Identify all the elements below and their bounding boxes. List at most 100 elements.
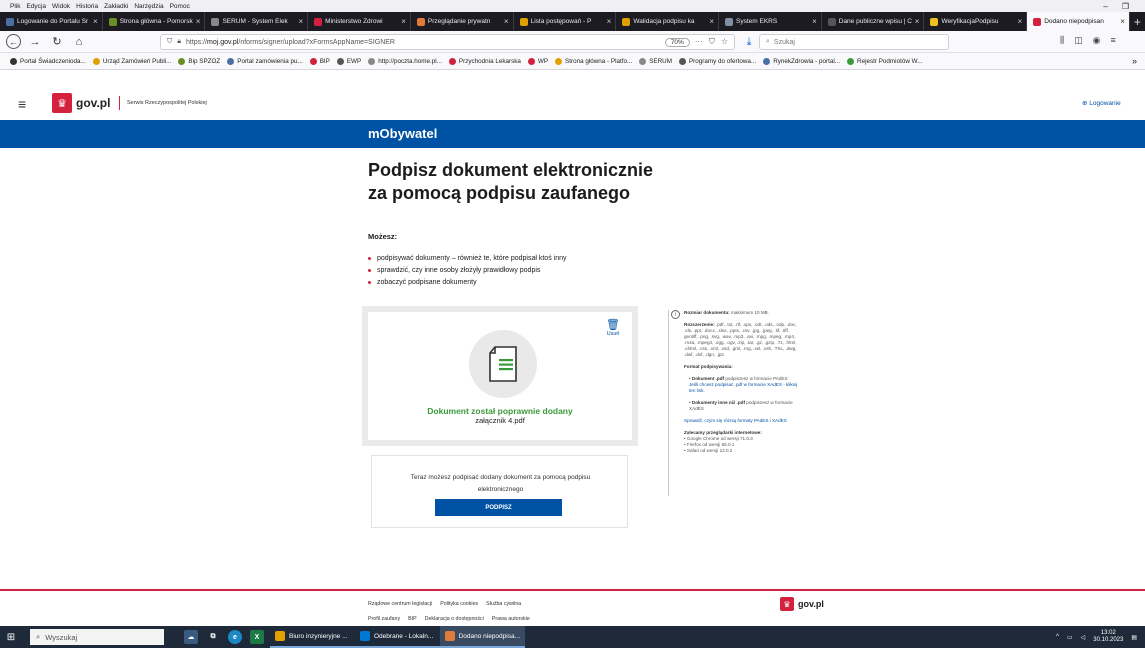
- tab-favicon-icon: [416, 17, 425, 26]
- reload-icon[interactable]: ↻: [49, 34, 65, 50]
- weather-icon[interactable]: ☁: [184, 630, 198, 644]
- gov-logo[interactable]: ♛ gov.pl: [52, 93, 110, 113]
- lock-icon[interactable]: 🔒︎: [177, 38, 181, 46]
- bookmark-item[interactable]: Urząd Zamówień Publi...: [92, 57, 171, 65]
- browser-tab[interactable]: Ministerstwo Zdrowi ×: [308, 12, 411, 31]
- close-icon[interactable]: ×: [1018, 17, 1023, 26]
- close-icon[interactable]: ×: [915, 17, 920, 26]
- footer-link[interactable]: Polityka cookies: [440, 601, 478, 607]
- menu-item-view[interactable]: Widok: [52, 3, 70, 10]
- browser-tab[interactable]: Walidacja podpisu ka ×: [616, 12, 720, 31]
- browser-tab[interactable]: System EKRS ×: [719, 12, 822, 31]
- account-icon[interactable]: ◉: [1093, 35, 1101, 46]
- home-icon[interactable]: ⌂: [71, 34, 87, 50]
- hamburger-menu-icon[interactable]: ≡: [18, 96, 26, 112]
- shield-icon[interactable]: ⛉: [167, 38, 172, 46]
- bookmark-item[interactable]: SERUM: [639, 57, 672, 65]
- task-view-icon[interactable]: ⧉: [206, 630, 220, 644]
- zoom-level[interactable]: 70%: [664, 37, 690, 47]
- menu-item-bookmarks[interactable]: Zakładki: [104, 3, 128, 10]
- menu-item-history[interactable]: Historia: [76, 3, 98, 10]
- close-icon[interactable]: ×: [1120, 17, 1125, 26]
- tab-label: Przeglądanie prywatn: [427, 18, 491, 25]
- bookmark-item[interactable]: WP: [527, 57, 549, 65]
- browser-tab[interactable]: Lista postępowań - P ×: [514, 12, 617, 31]
- clock[interactable]: 13:02 30.10.2023: [1093, 630, 1123, 644]
- tray-chevron-icon[interactable]: ^: [1056, 634, 1059, 640]
- network-icon[interactable]: ▭: [1067, 634, 1073, 641]
- close-icon[interactable]: ×: [709, 17, 714, 26]
- edge-icon[interactable]: e: [228, 630, 242, 644]
- footer-link[interactable]: Profil zaufany: [368, 616, 400, 622]
- notification-icon[interactable]: ▤: [1131, 634, 1137, 641]
- download-icon[interactable]: ⤓: [741, 34, 757, 50]
- close-icon[interactable]: ×: [401, 17, 406, 26]
- browser-tab[interactable]: Dane publiczne wpisu | C ×: [822, 12, 925, 31]
- windows-start-icon[interactable]: ⊞: [0, 632, 22, 643]
- close-icon[interactable]: ×: [607, 17, 612, 26]
- bookmark-item[interactable]: RynekZdrowia - portal...: [763, 57, 840, 65]
- volume-icon[interactable]: ◁: [1081, 634, 1086, 641]
- page-title: Podpisz dokument elektronicznie za pomoc…: [368, 159, 708, 205]
- bookmark-item[interactable]: Strona główna - Platfo...: [555, 57, 632, 65]
- address-bar[interactable]: ⛉ 🔒︎ https://moj.gov.pl/nforms/signer/up…: [160, 34, 735, 50]
- bookmarks-overflow-icon[interactable]: »: [1132, 56, 1145, 66]
- footer-link[interactable]: Rządowe centrum legislacji: [368, 601, 432, 607]
- xades-pdf-link[interactable]: Jeśli chcesz podpisać .pdf w formacie XA…: [689, 382, 797, 393]
- close-icon[interactable]: ×: [196, 17, 201, 26]
- footer-link[interactable]: BIP: [408, 616, 417, 622]
- bookmark-label: WP: [537, 57, 549, 65]
- restore-icon[interactable]: ❐: [1122, 2, 1129, 11]
- footer-link[interactable]: Deklaracja o dostępności: [425, 616, 484, 622]
- menu-item-file[interactable]: Plik: [10, 3, 20, 10]
- close-icon[interactable]: ×: [504, 17, 509, 26]
- taskbar-search[interactable]: ⌕ Wyszukaj: [30, 629, 164, 645]
- footer-link[interactable]: Prawa autorskie: [492, 616, 530, 622]
- search-box[interactable]: ⌕ Szukaj: [759, 34, 949, 50]
- bookmark-item[interactable]: Bip SPZOZ: [178, 57, 220, 65]
- format-difference-link[interactable]: Sprawdź, czym się różnią formaty PAdES i…: [684, 418, 787, 423]
- pocket-icon[interactable]: ⛉: [709, 37, 715, 47]
- sidebar-icon[interactable]: ◫: [1074, 35, 1083, 46]
- bookmark-item[interactable]: Programy do ofertowa...: [678, 57, 756, 65]
- app-icon: [275, 631, 285, 641]
- forward-arrow-icon[interactable]: →: [27, 34, 43, 50]
- bookmark-item[interactable]: Portal zamówienia pu...: [227, 57, 303, 65]
- footer-logo[interactable]: ♛ gov.pl: [780, 597, 824, 611]
- close-icon[interactable]: ×: [298, 17, 303, 26]
- sign-button[interactable]: PODPISZ: [435, 499, 562, 516]
- more-icon[interactable]: ···: [695, 37, 703, 47]
- app-menu-icon[interactable]: ≡: [1111, 35, 1116, 46]
- url-text[interactable]: https://moj.gov.pl/nforms/signer/upload?…: [186, 39, 660, 46]
- close-icon[interactable]: ×: [812, 17, 817, 26]
- bookmark-item[interactable]: Portal Świadczenioda...: [10, 57, 86, 65]
- bookmark-item[interactable]: BIP: [309, 57, 330, 65]
- new-tab-icon[interactable]: +: [1130, 12, 1145, 31]
- browser-tab[interactable]: Logowanie do Portalu Śr ×: [0, 12, 103, 31]
- star-icon[interactable]: ☆: [721, 37, 728, 47]
- bookmark-item[interactable]: Przychodnia Lekarska: [448, 57, 521, 65]
- menu-item-help[interactable]: Pomoc: [170, 3, 190, 10]
- menu-item-edit[interactable]: Edycja: [26, 3, 46, 10]
- login-link[interactable]: ⊕ Logowanie: [1082, 99, 1121, 107]
- bookmark-item[interactable]: EWP: [336, 57, 361, 65]
- browser-tab[interactable]: WeryfikacjaPodpisu ×: [924, 12, 1028, 31]
- footer-link[interactable]: Służba cywilna: [486, 601, 521, 607]
- taskbar-app[interactable]: Dodano niepodpisa...: [440, 626, 525, 648]
- delete-button[interactable]: 🗑︎ Usuń: [606, 318, 620, 337]
- excel-icon[interactable]: X: [250, 630, 264, 644]
- browser-tab[interactable]: SERUM - System Elek ×: [205, 12, 309, 31]
- taskbar-app[interactable]: Biuro inzynieryjne ...: [270, 626, 355, 648]
- taskbar-app[interactable]: Odebrane - Lokaln...: [355, 626, 440, 648]
- minimize-icon[interactable]: –: [1103, 2, 1107, 11]
- browser-tab[interactable]: Strona główna - Pomorsk ×: [103, 12, 206, 31]
- back-arrow-icon[interactable]: ←: [6, 34, 21, 49]
- browser-tab[interactable]: Dodano niepodpisan ×: [1027, 12, 1130, 31]
- library-icon[interactable]: ⫼: [1060, 35, 1064, 46]
- menu-item-tools[interactable]: Narzędzia: [134, 3, 163, 10]
- logo-text: gov.pl: [76, 96, 111, 110]
- bookmark-item[interactable]: Rejestr Podmiotów W...: [847, 57, 922, 65]
- bookmark-item[interactable]: http://poczta.home.pl...: [368, 57, 442, 65]
- close-icon[interactable]: ×: [93, 17, 98, 26]
- browser-tab[interactable]: Przeglądanie prywatn ×: [411, 12, 514, 31]
